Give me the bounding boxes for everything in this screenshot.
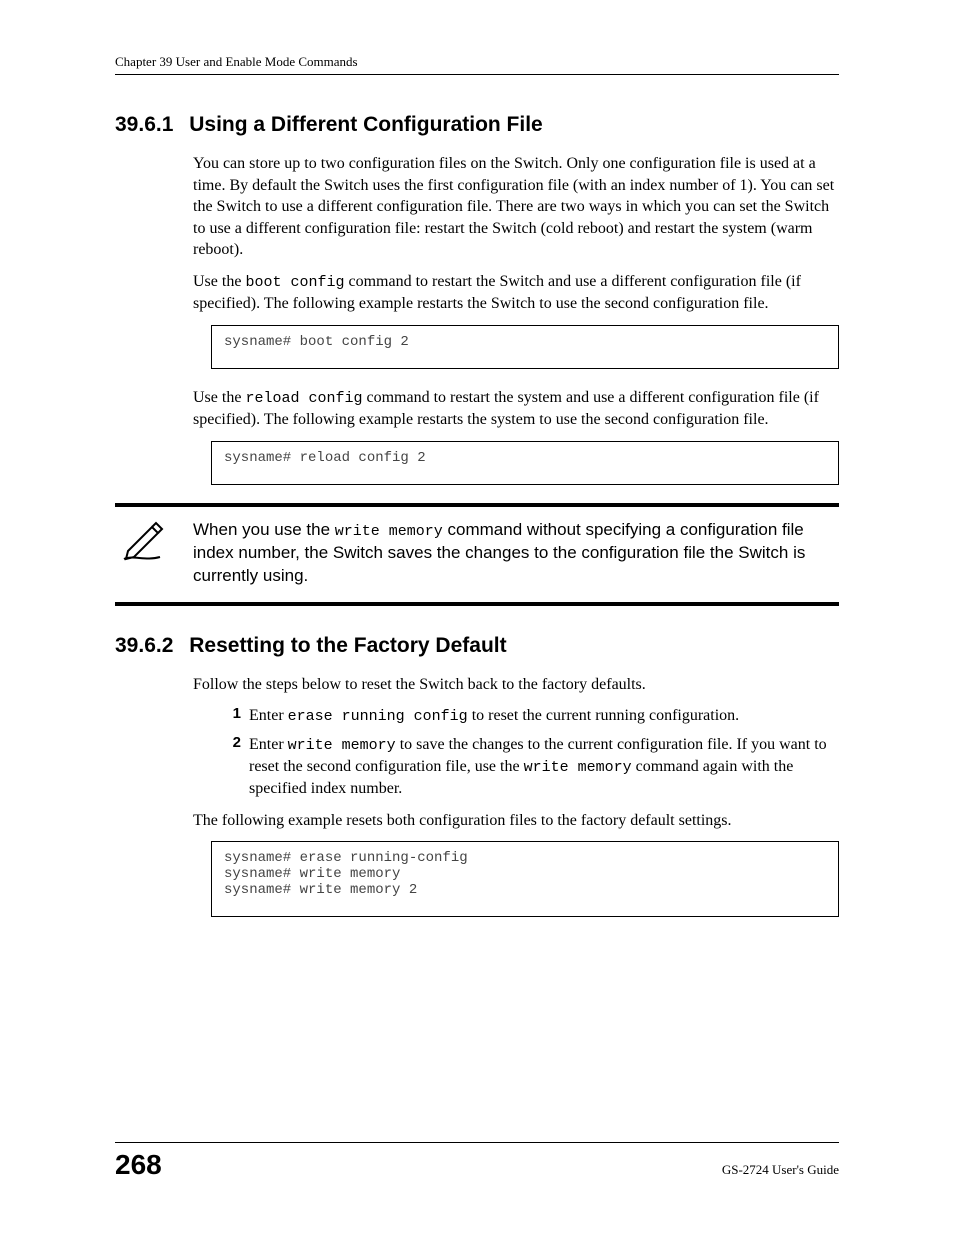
guide-name: GS-2724 User's Guide <box>722 1162 839 1178</box>
section-number: 39.6.2 <box>115 634 173 657</box>
code-example: sysname# boot config 2 <box>211 325 839 369</box>
inline-code: write memory <box>335 523 443 540</box>
note-pen-icon <box>115 519 177 561</box>
paragraph: Use the reload config command to restart… <box>193 387 839 431</box>
inline-code: reload config <box>245 390 362 407</box>
note-callout: When you use the write memory command wi… <box>115 503 839 606</box>
note-text: When you use the write memory command wi… <box>193 519 839 588</box>
paragraph: The following example resets both config… <box>193 810 839 832</box>
inline-code: erase running config <box>288 708 468 725</box>
code-example: sysname# erase running-config sysname# w… <box>211 841 839 917</box>
code-example: sysname# reload config 2 <box>211 441 839 485</box>
section-number: 39.6.1 <box>115 113 173 136</box>
paragraph: You can store up to two configuration fi… <box>193 153 839 261</box>
paragraph: Use the boot config command to restart t… <box>193 271 839 315</box>
list-item: 1 Enter erase running config to reset th… <box>219 705 839 727</box>
list-item: 2 Enter write memory to save the changes… <box>219 734 839 800</box>
page-number: 268 <box>115 1149 162 1181</box>
text: Enter <box>249 736 288 753</box>
list-text: Enter erase running config to reset the … <box>249 705 739 727</box>
section-title: Using a Different Configuration File <box>189 113 543 136</box>
inline-code: write memory <box>288 737 396 754</box>
list-marker: 2 <box>219 734 241 800</box>
section-heading-39-6-2: 39.6.2 Resetting to the Factory Default <box>115 634 839 658</box>
page-header: Chapter 39 User and Enable Mode Commands <box>115 54 839 75</box>
list-marker: 1 <box>219 705 241 727</box>
text: to reset the current running configurati… <box>468 707 739 724</box>
section-title: Resetting to the Factory Default <box>189 634 506 657</box>
paragraph: Follow the steps below to reset the Swit… <box>193 674 839 696</box>
section-heading-39-6-1: 39.6.1 Using a Different Configuration F… <box>115 113 839 137</box>
text: Enter <box>249 707 288 724</box>
ordered-list: 1 Enter erase running config to reset th… <box>219 705 839 799</box>
inline-code: write memory <box>524 759 632 776</box>
text: Use the <box>193 389 245 406</box>
inline-code: boot config <box>245 274 344 291</box>
text: When you use the <box>193 520 335 539</box>
page-footer: 268 GS-2724 User's Guide <box>115 1142 839 1181</box>
text: Use the <box>193 273 245 290</box>
list-text: Enter write memory to save the changes t… <box>249 734 839 800</box>
